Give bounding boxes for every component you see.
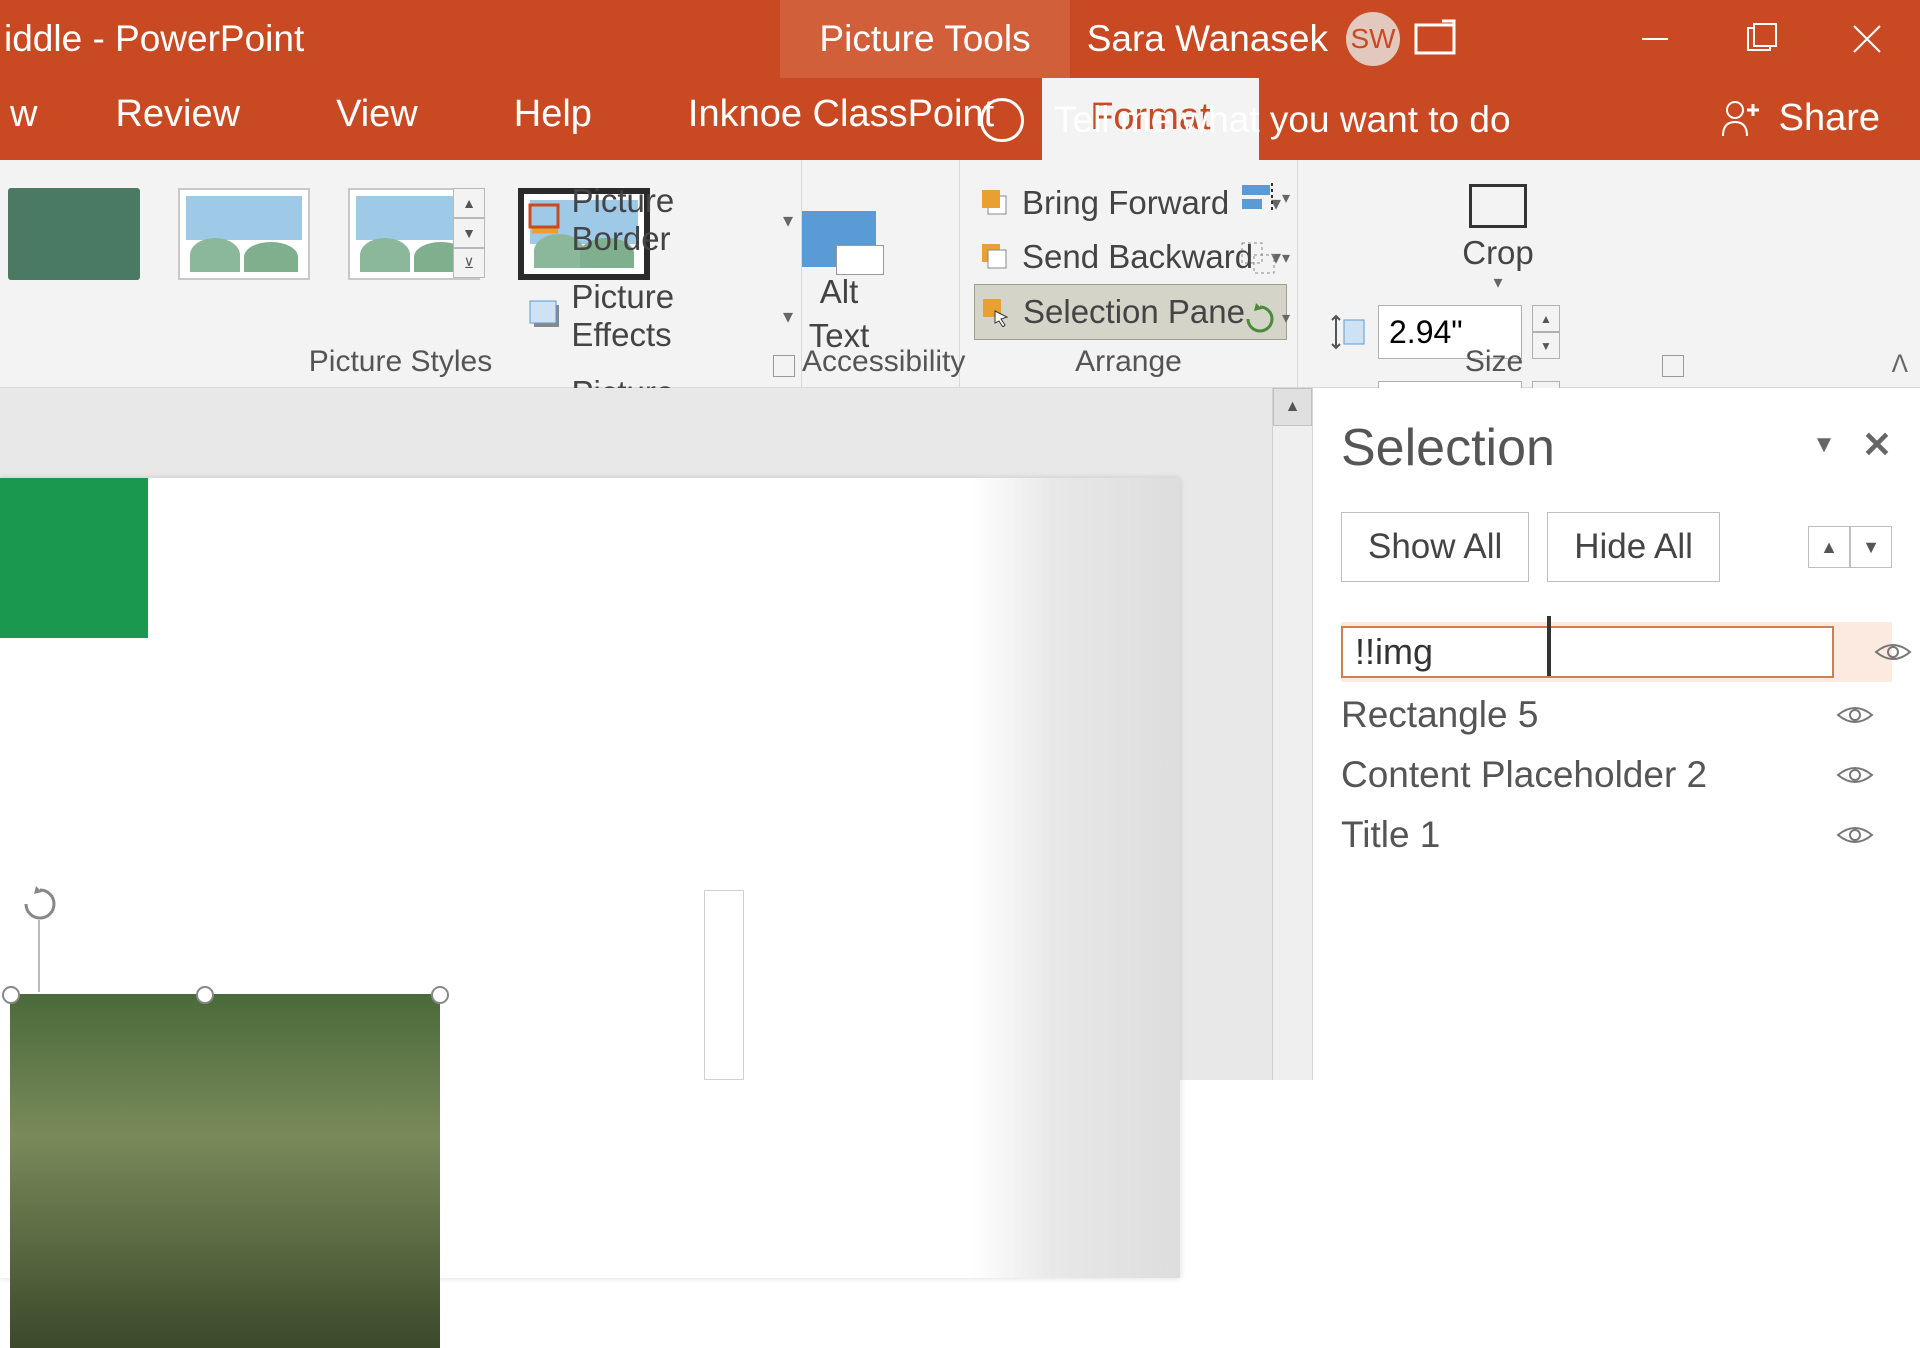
tab-view[interactable]: View — [288, 93, 466, 160]
hide-all-button[interactable]: Hide All — [1547, 512, 1720, 582]
account-area[interactable]: Sara Wanasek SW — [1087, 12, 1400, 66]
tab-partial[interactable]: w — [0, 93, 67, 160]
gallery-scroll-buttons[interactable]: ▲ ▼ ⊻ — [453, 188, 485, 278]
alt-text-button[interactable]: Alt Text — [802, 211, 876, 355]
bring-forward-icon — [980, 188, 1010, 218]
visibility-toggle-icon[interactable] — [1836, 761, 1874, 789]
group-button[interactable]: ▾ — [1239, 236, 1291, 280]
align-button[interactable]: ▾ — [1239, 176, 1291, 220]
text-cursor-icon — [1547, 616, 1551, 676]
close-button[interactable] — [1814, 0, 1920, 78]
group-label-accessibility: Accessibility — [802, 345, 959, 379]
gallery-more-icon[interactable]: ⊻ — [453, 248, 485, 278]
group-size: Crop ▾ ▲▼ ▲▼ Size — [1298, 160, 1690, 387]
size-dialog-launcher-icon[interactable] — [1662, 355, 1684, 377]
align-icon — [1240, 181, 1278, 215]
picture-border-button[interactable]: Picture Border▾ — [520, 176, 801, 264]
vertical-scrollbar[interactable]: ▲ — [1272, 388, 1312, 1080]
rotation-handle[interactable] — [20, 884, 60, 924]
rotate-icon — [1240, 301, 1278, 335]
pane-options-icon[interactable]: ▼ — [1812, 431, 1836, 459]
group-label-picture-styles: Picture Styles — [0, 345, 801, 379]
slide-background-texture — [970, 478, 1180, 1278]
resize-handle-tm[interactable] — [196, 986, 214, 1004]
rotation-stem — [38, 920, 40, 992]
move-down-icon[interactable]: ▼ — [1850, 526, 1892, 568]
minimize-button[interactable] — [1602, 0, 1708, 78]
group-label-size: Size — [1298, 345, 1690, 379]
selection-item-rectangle[interactable]: Rectangle 5 — [1341, 688, 1892, 742]
title-bar: iddle - PowerPoint Picture Tools Sara Wa… — [0, 0, 1920, 78]
selection-item-content-placeholder[interactable]: Content Placeholder 2 — [1341, 748, 1892, 802]
share-label: Share — [1779, 97, 1880, 140]
picture-border-icon — [528, 203, 560, 237]
move-up-icon[interactable]: ▲ — [1808, 526, 1850, 568]
selection-item-title[interactable]: Title 1 — [1341, 808, 1892, 862]
slide-thumbnail-partial[interactable] — [704, 890, 744, 1080]
visibility-toggle-icon[interactable] — [1874, 638, 1912, 666]
selection-pane-icon — [981, 297, 1011, 327]
tell-me-search[interactable]: Tell me what you want to do — [980, 98, 1511, 142]
gallery-up-icon[interactable]: ▲ — [453, 188, 485, 218]
slide-canvas-area[interactable]: ▲ — [0, 388, 1312, 1080]
alt-text-icon — [802, 211, 876, 267]
context-tab-label: Picture Tools — [780, 0, 1070, 78]
collapse-ribbon-icon[interactable]: ᐱ — [1892, 350, 1908, 379]
height-up-icon[interactable]: ▲ — [1532, 305, 1560, 332]
group-arrange: Bring Forward▾ Send Backward▾ Selection … — [960, 160, 1298, 387]
selection-items-list: Rectangle 5 Content Placeholder 2 Title … — [1341, 622, 1892, 862]
show-all-button[interactable]: Show All — [1341, 512, 1529, 582]
maximize-button[interactable] — [1708, 0, 1814, 78]
rotate-button[interactable]: ▾ — [1239, 296, 1291, 340]
resize-handle-tl[interactable] — [2, 986, 20, 1004]
tab-help[interactable]: Help — [466, 93, 640, 160]
group-label-arrange: Arrange — [960, 345, 1297, 379]
scroll-up-icon[interactable]: ▲ — [1273, 388, 1312, 426]
user-name: Sara Wanasek — [1087, 18, 1328, 60]
share-button[interactable]: Share — [1715, 96, 1880, 140]
dialog-launcher-icon[interactable] — [773, 355, 795, 377]
rectangle-shape[interactable] — [0, 478, 148, 638]
document-title: iddle - PowerPoint — [0, 18, 304, 60]
group-icon — [1240, 241, 1278, 275]
style-thumb-1[interactable] — [8, 188, 140, 280]
ribbon: ▲ ▼ ⊻ Picture Border▾ Picture Effects▾ P… — [0, 160, 1920, 388]
send-backward-icon — [980, 242, 1010, 272]
close-pane-icon[interactable]: ✕ — [1862, 424, 1892, 466]
visibility-toggle-icon[interactable] — [1836, 701, 1874, 729]
selection-pane: Selection ▼ ✕ Show All Hide All ▲ ▼ Rect… — [1312, 388, 1920, 1080]
picture-effects-icon — [528, 299, 559, 333]
ribbon-tabs: w Review View Help Inknoe ClassPoint For… — [0, 78, 1920, 160]
group-accessibility: Alt Text Accessibility — [802, 160, 960, 387]
visibility-toggle-icon[interactable] — [1836, 821, 1874, 849]
rename-input[interactable] — [1341, 626, 1834, 678]
selection-item-editing[interactable] — [1341, 622, 1892, 682]
tell-me-placeholder: Tell me what you want to do — [1054, 99, 1511, 141]
resize-handle-tr[interactable] — [431, 986, 449, 1004]
tab-review[interactable]: Review — [67, 93, 288, 160]
group-picture-styles: ▲ ▼ ⊻ Picture Border▾ Picture Effects▾ P… — [0, 160, 802, 387]
selection-pane-title: Selection — [1341, 418, 1892, 478]
selected-picture[interactable] — [0, 968, 440, 1348]
style-thumb-2[interactable] — [178, 188, 310, 280]
picture-content — [10, 994, 440, 1348]
crop-icon — [1463, 178, 1533, 234]
gallery-down-icon[interactable]: ▼ — [453, 218, 485, 248]
crop-button[interactable]: Crop ▾ — [1316, 178, 1680, 293]
slide[interactable] — [0, 478, 1180, 1278]
ribbon-display-options-icon[interactable] — [1380, 0, 1490, 78]
lightbulb-icon — [980, 98, 1024, 142]
